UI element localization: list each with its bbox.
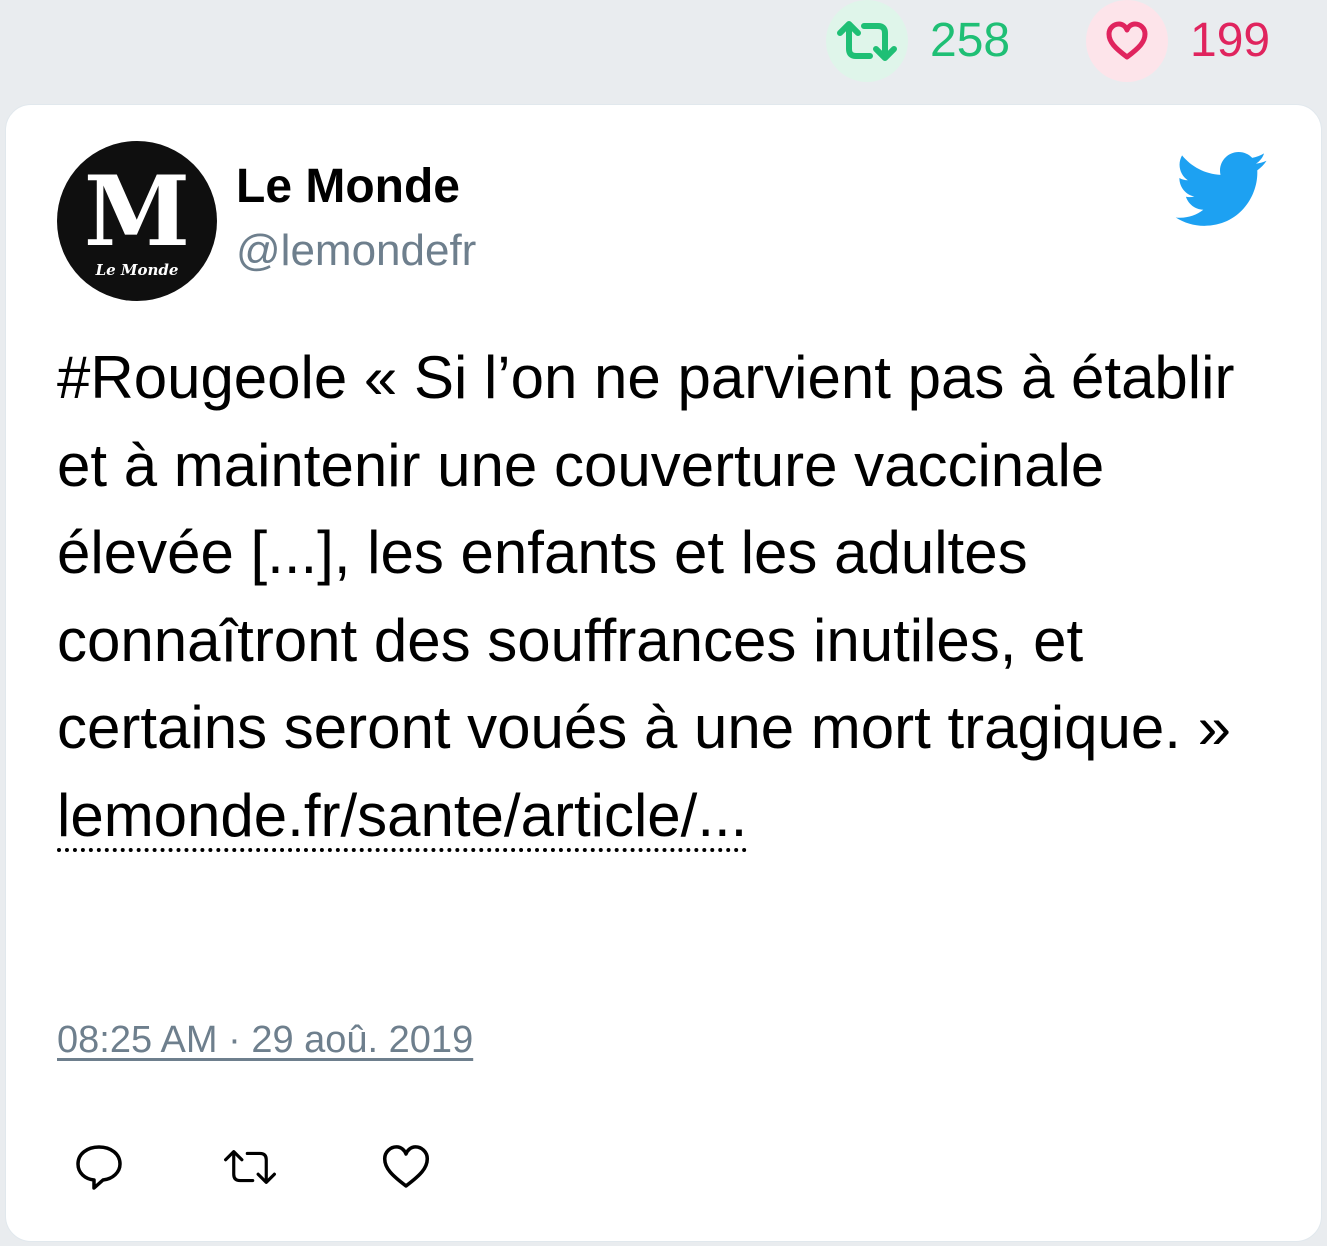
author-name[interactable]: Le Monde (236, 163, 460, 211)
heart-icon (382, 1145, 430, 1188)
tweet-text: #Rougeole « Si l’on ne parvient pas à ét… (57, 334, 1237, 859)
article-link[interactable]: lemonde.fr/sante/article/... (57, 783, 748, 852)
tweet-timestamp[interactable]: 08:25 AM · 29 aoû. 2019 (57, 1021, 473, 1059)
like-count: 199 (1190, 14, 1271, 67)
reply-icon (76, 1145, 122, 1190)
retweet-stat[interactable]: 258 (826, 0, 1010, 82)
engagement-stats-bar: 258 199 (0, 0, 1327, 100)
tweet-card: M Le Monde Le Monde @lemondefr #Rougeole… (5, 104, 1322, 1242)
reply-button[interactable] (71, 1139, 127, 1195)
le-monde-logo: M Le Monde (84, 155, 190, 279)
tweet-body: #Rougeole « Si l’on ne parvient pas à ét… (57, 344, 1235, 761)
retweet-button[interactable] (222, 1139, 278, 1195)
retweet-count: 258 (930, 14, 1011, 67)
like-stat[interactable]: 199 (1086, 0, 1270, 82)
retweet-icon (224, 1150, 276, 1184)
author-handle[interactable]: @lemondefr (236, 229, 476, 273)
like-button[interactable] (378, 1139, 434, 1195)
twitter-bird-icon[interactable] (1172, 149, 1268, 227)
heart-icon (1086, 0, 1168, 82)
svg-text:Le Monde: Le Monde (95, 261, 179, 279)
svg-text:M: M (84, 155, 190, 268)
retweet-icon (826, 0, 908, 82)
avatar[interactable]: M Le Monde (57, 141, 217, 301)
